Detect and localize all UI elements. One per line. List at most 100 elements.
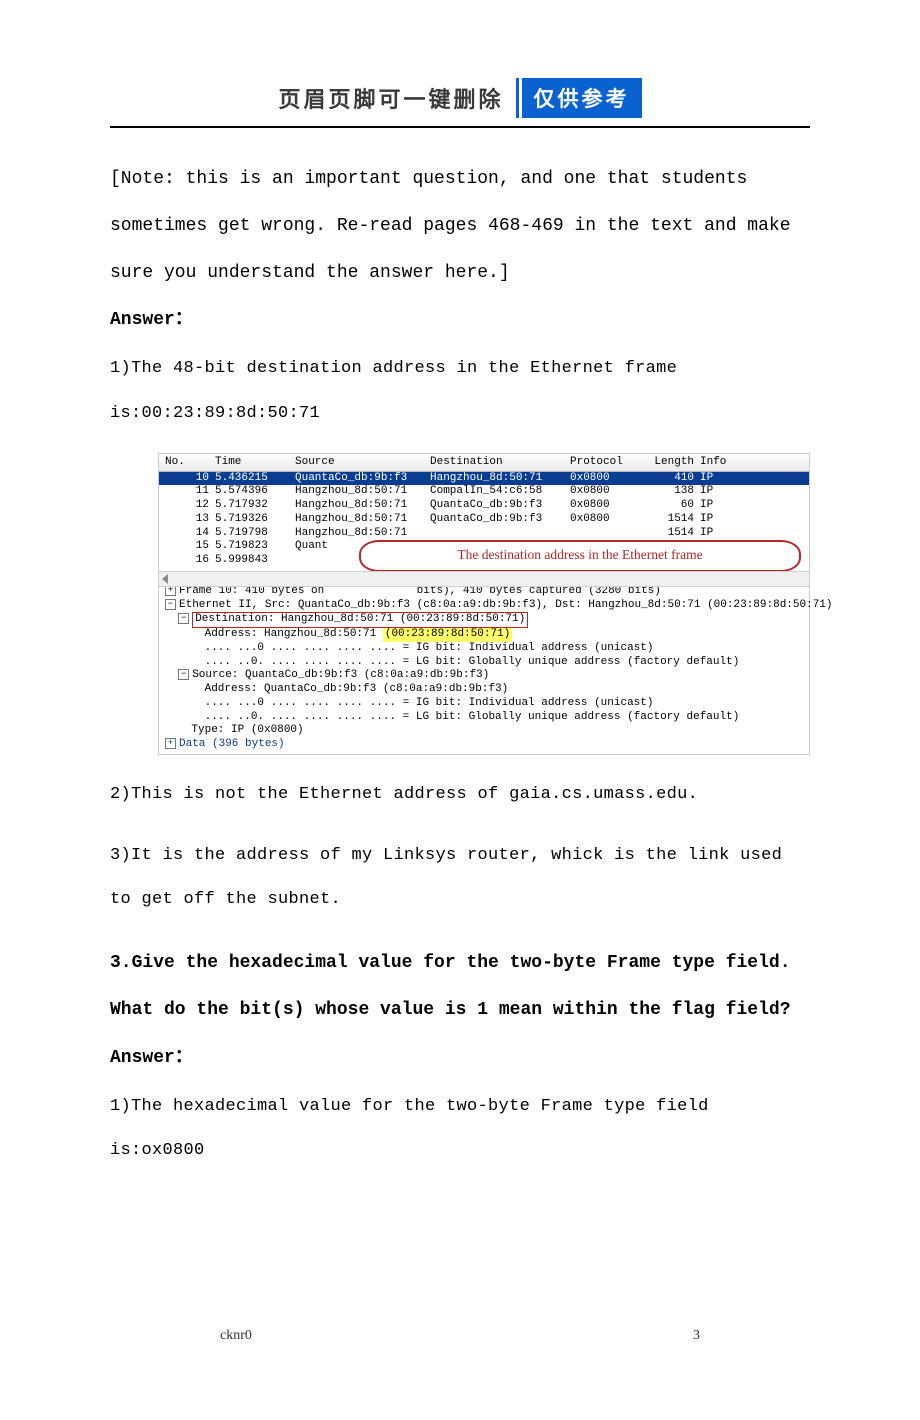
cell-proto: 0x0800 xyxy=(570,499,640,513)
cell-time: 5.436215 xyxy=(215,472,295,486)
cell-info: IP xyxy=(700,513,803,527)
annotation-text: The destination address in the Ethernet … xyxy=(457,547,702,564)
answer-2: 2)This is not the Ethernet address of ga… xyxy=(110,773,810,817)
packet-row[interactable]: 11 5.574396 Hangzhou_8d:50:71 CompalIn_5… xyxy=(159,485,809,499)
note-paragraph: [Note: this is an important question, an… xyxy=(110,156,810,296)
answer-1: 1)The 48-bit destination address in the … xyxy=(110,347,810,435)
tree-source[interactable]: −Source: QuantaCo_db:9b:f3 (c8:0a:a9:db:… xyxy=(159,669,809,683)
cell-no: 15 xyxy=(165,540,215,554)
cell-info: IP xyxy=(700,527,803,541)
cell-len: 410 xyxy=(640,472,700,486)
answer-label-2: Answer： xyxy=(110,1042,810,1068)
wireshark-capture: No. Time Source Destination Protocol Len… xyxy=(158,453,810,755)
col-source[interactable]: Source xyxy=(295,456,430,470)
cell-len: 138 xyxy=(640,485,700,499)
answer-3: 3)It is the address of my Linksys router… xyxy=(110,834,810,922)
tree-src-address[interactable]: Address: QuantaCo_db:9b:f3 (c8:0a:a9:db:… xyxy=(159,683,809,697)
badge-bar xyxy=(516,78,519,118)
cell-source: Hangzhou_8d:50:71 xyxy=(295,527,430,541)
cell-source: Hangzhou_8d:50:71 xyxy=(295,499,430,513)
tree-ig-bit[interactable]: .... ...0 .... .... .... .... = IG bit: … xyxy=(159,642,809,656)
tree-frame[interactable]: +Frame 10: 410 bytes on bits), 410 bytes… xyxy=(159,585,809,599)
page-header: 页眉页脚可一键删除 仅供参考 xyxy=(110,78,810,118)
cell-info: IP xyxy=(700,472,803,486)
packet-row[interactable]: 14 5.719798 Hangzhou_8d:50:71 1514 IP xyxy=(159,527,809,541)
cell-len: 1514 xyxy=(640,527,700,541)
cell-no: 10 xyxy=(165,472,215,486)
ig-bit-text: .... ...0 .... .... .... .... = IG bit: … xyxy=(205,642,654,654)
header-badge-text: 仅供参考 xyxy=(534,88,630,111)
col-time[interactable]: Time xyxy=(215,456,295,470)
tree-lg-bit-src[interactable]: .... ..0. .... .... .... .... = LG bit: … xyxy=(159,711,809,725)
collapse-icon[interactable]: − xyxy=(178,613,189,624)
packet-row[interactable]: 13 5.719326 Hangzhou_8d:50:71 QuantaCo_d… xyxy=(159,513,809,527)
cell-dest: CompalIn_54:c6:58 xyxy=(430,485,570,499)
header-badge: 仅供参考 xyxy=(522,78,642,118)
tree-type[interactable]: Type: IP (0x0800) xyxy=(159,724,809,738)
type-text: Type: IP (0x0800) xyxy=(191,724,303,736)
cell-dest: QuantaCo_db:9b:f3 xyxy=(430,499,570,513)
page-footer: cknr0 3 xyxy=(220,1328,700,1344)
packet-row[interactable]: 10 5.436215 QuantaCo_db:9b:f3 Hangzhou_8… xyxy=(159,472,809,486)
cell-proto: 0x0800 xyxy=(570,513,640,527)
tree-lg-bit[interactable]: .... ..0. .... .... .... .... = LG bit: … xyxy=(159,656,809,670)
tree-ig-bit-src[interactable]: .... ...0 .... .... .... .... = IG bit: … xyxy=(159,697,809,711)
col-length[interactable]: Length xyxy=(640,456,700,470)
data-text: Data (396 bytes) xyxy=(179,738,285,750)
lg-bit-text: .... ..0. .... .... .... .... = LG bit: … xyxy=(205,656,740,668)
cell-time: 5.719798 xyxy=(215,527,295,541)
dest-highlight-box: Destination: Hangzhou_8d:50:71 (00:23:89… xyxy=(192,612,528,628)
cell-time: 5.719823 xyxy=(215,540,295,554)
header-title: 页眉页脚可一键删除 xyxy=(278,82,503,114)
footer-page-number: 3 xyxy=(693,1328,700,1344)
lg-bit-text: .... ..0. .... .... .... .... = LG bit: … xyxy=(205,711,740,723)
cell-proto: 0x0800 xyxy=(570,485,640,499)
question-3: 3.Give the hexadecimal value for the two… xyxy=(110,940,810,1034)
cell-dest: QuantaCo_db:9b:f3 xyxy=(430,513,570,527)
annotation-oval: The destination address in the Ethernet … xyxy=(359,540,801,572)
tree-dest-address[interactable]: Address: Hangzhou_8d:50:71 (00:23:89:8d:… xyxy=(159,628,809,642)
cell-no: 16 xyxy=(165,554,215,568)
collapse-icon[interactable]: − xyxy=(165,599,176,610)
collapse-icon[interactable]: − xyxy=(178,669,189,680)
tree-source-text: Source: QuantaCo_db:9b:f3 (c8:0a:a9:db:9… xyxy=(192,669,489,681)
src-address-text: Address: QuantaCo_db:9b:f3 (c8:0a:a9:db:… xyxy=(205,683,509,695)
answer-q3-1: 1)The hexadecimal value for the two-byte… xyxy=(110,1085,810,1173)
cell-dest xyxy=(430,527,570,541)
cell-len: 60 xyxy=(640,499,700,513)
cell-proto: 0x0800 xyxy=(570,472,640,486)
packet-list-header: No. Time Source Destination Protocol Len… xyxy=(159,454,809,472)
cell-info: IP xyxy=(700,499,803,513)
cell-time: 5.717932 xyxy=(215,499,295,513)
ig-bit-text: .... ...0 .... .... .... .... = IG bit: … xyxy=(205,697,654,709)
cell-time: 5.574396 xyxy=(215,485,295,499)
tree-ethernet[interactable]: −Ethernet II, Src: QuantaCo_db:9b:f3 (c8… xyxy=(159,599,809,613)
cell-no: 13 xyxy=(165,513,215,527)
expand-icon[interactable]: + xyxy=(165,738,176,749)
col-no[interactable]: No. xyxy=(165,456,215,470)
packet-row[interactable]: 12 5.717932 Hangzhou_8d:50:71 QuantaCo_d… xyxy=(159,499,809,513)
cell-source: Hangzhou_8d:50:71 xyxy=(295,485,430,499)
cell-time: 5.999843 xyxy=(215,554,295,568)
cell-dest: Hangzhou_8d:50:71 xyxy=(430,472,570,486)
tree-destination[interactable]: −Destination: Hangzhou_8d:50:71 (00:23:8… xyxy=(159,612,809,628)
answer-label: Answer： xyxy=(110,304,810,330)
dest-address-highlight: (00:23:89:8d:50:71) xyxy=(383,628,512,642)
cell-len: 1514 xyxy=(640,513,700,527)
cell-no: 14 xyxy=(165,527,215,541)
cell-info: IP xyxy=(700,485,803,499)
col-protocol[interactable]: Protocol xyxy=(570,456,640,470)
col-destination[interactable]: Destination xyxy=(430,456,570,470)
cell-proto xyxy=(570,527,640,541)
col-info[interactable]: Info xyxy=(700,456,803,470)
tree-ethernet-text: Ethernet II, Src: QuantaCo_db:9b:f3 (c8:… xyxy=(179,599,833,611)
cell-no: 12 xyxy=(165,499,215,513)
cell-no: 11 xyxy=(165,485,215,499)
header-divider xyxy=(110,126,810,128)
footer-left: cknr0 xyxy=(220,1328,252,1344)
tree-data[interactable]: +Data (396 bytes) xyxy=(159,738,809,752)
packet-detail-pane: +Frame 10: 410 bytes on bits), 410 bytes… xyxy=(159,582,809,754)
packet-list-scrollbar[interactable] xyxy=(159,571,809,587)
cell-time: 5.719326 xyxy=(215,513,295,527)
dest-address-prefix: Address: Hangzhou_8d:50:71 xyxy=(205,628,383,640)
